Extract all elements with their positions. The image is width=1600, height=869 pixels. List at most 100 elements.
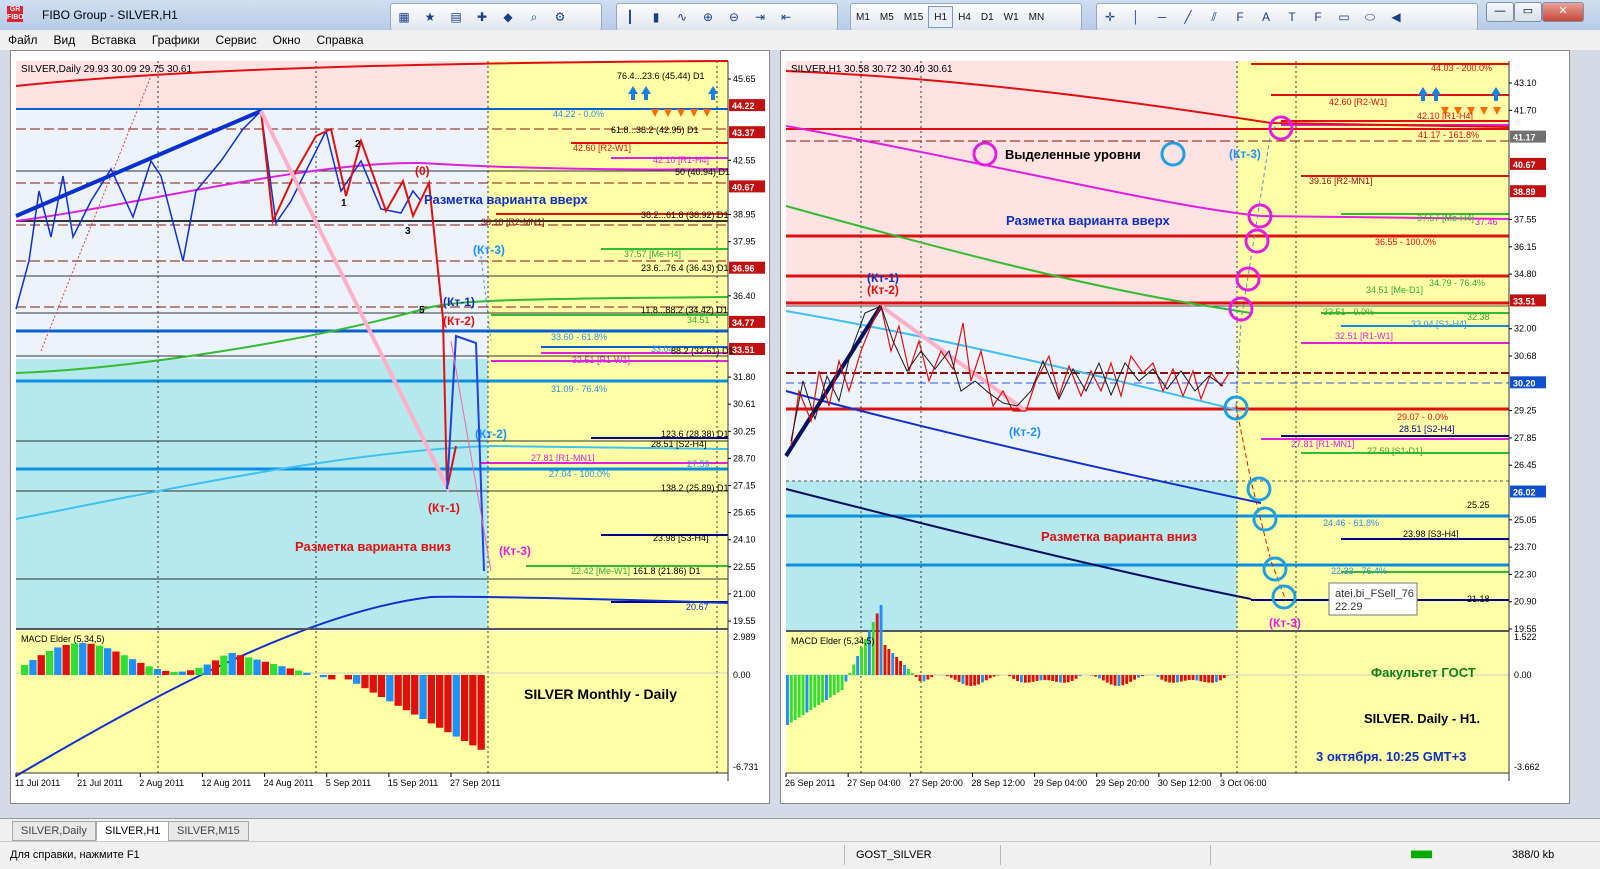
menu-help[interactable]: Справка: [309, 33, 372, 47]
timeframe-m15[interactable]: M15: [899, 7, 928, 27]
timeframe-m1[interactable]: M1: [851, 7, 875, 27]
autoscroll-icon[interactable]: ⇥: [750, 7, 770, 27]
daily-macd-bar: [461, 675, 468, 741]
strategy-tester-icon[interactable]: ⌕: [524, 7, 544, 27]
h1-macd-bar: [930, 675, 933, 677]
daily-price-tick: 30.25: [733, 426, 756, 436]
daily-wave-mark: (0): [415, 164, 430, 178]
new-chart-icon[interactable]: ▦: [394, 7, 414, 27]
daily-macd-bar: [146, 666, 153, 675]
vertical-line-icon[interactable]: │: [1126, 7, 1146, 27]
menu-view[interactable]: Вид: [46, 33, 84, 47]
h1-price-tick: 36.15: [1514, 242, 1537, 252]
title-bar: GR FIBO FIBO Group - SILVER,H1 ▦ ★ ▤ ✚ ◆…: [0, 0, 1600, 31]
maximize-button[interactable]: ▭: [1514, 2, 1542, 22]
daily-macd-bar: [303, 673, 310, 675]
line-chart-icon[interactable]: ∿: [672, 7, 692, 27]
h1-macd-bar: [1040, 675, 1043, 680]
tab-silver-daily[interactable]: SILVER,Daily: [12, 821, 96, 841]
zoom-in-icon[interactable]: ⊕: [698, 7, 718, 27]
text-tool-icon[interactable]: A: [1256, 7, 1276, 27]
h1-price-tick: 41.17: [1513, 133, 1536, 143]
daily-level-label: 50 (40.94) D1: [675, 167, 730, 177]
crosshair-icon[interactable]: ✛: [1100, 7, 1120, 27]
menu-charts[interactable]: Графики: [144, 33, 208, 47]
h1-macd-bar: [965, 675, 968, 685]
fibo-fan-icon[interactable]: F: [1308, 7, 1328, 27]
timeframe-m5[interactable]: M5: [875, 7, 899, 27]
h1-date-label: 27 Sep 04:00: [847, 778, 901, 788]
h1-date-label: 3 Oct 06:00: [1220, 778, 1267, 788]
h1-macd-bar: [1184, 675, 1187, 681]
equidistant-channel-icon[interactable]: ⫽: [1204, 7, 1224, 27]
daily-macd-bar: [403, 675, 410, 710]
arrow-tool-icon[interactable]: ◀: [1386, 7, 1406, 27]
timeframe-mn[interactable]: MN: [1024, 7, 1050, 27]
daily-price-tick: 38.95: [733, 210, 756, 220]
daily-macd-bar: [320, 675, 327, 677]
h1-date-label: 27 Sep 20:00: [909, 778, 963, 788]
profiles-icon[interactable]: ★: [420, 7, 440, 27]
daily-level-label: 38.18 [R2-MN1]: [481, 217, 545, 227]
h1-macd-bar: [1203, 675, 1206, 682]
toolbar-periods: M1 M5 M15 H1 H4 D1 W1 MN: [850, 3, 1082, 31]
timeframe-d1[interactable]: D1: [976, 7, 999, 27]
h1-price-tick: 27.85: [1514, 433, 1537, 443]
minimize-button[interactable]: —: [1486, 2, 1514, 22]
tab-silver-m15[interactable]: SILVER,M15: [168, 821, 249, 841]
timeframe-h4[interactable]: H4: [953, 7, 976, 27]
daily-price-tick: 36.40: [733, 291, 756, 301]
menu-window[interactable]: Окно: [265, 33, 309, 47]
expert-advisors-icon[interactable]: ◆: [498, 7, 518, 27]
h1-macd-bar: [813, 675, 816, 708]
h1-level-label: 41.17 - 161.8%: [1418, 130, 1479, 140]
h1-price-tick: 33.51: [1513, 296, 1536, 306]
timeframe-w1[interactable]: W1: [999, 7, 1024, 27]
autotrading-icon[interactable]: ⚙: [550, 7, 570, 27]
zoom-out-icon[interactable]: ⊖: [724, 7, 744, 27]
h1-macd-bar: [1118, 675, 1121, 686]
h1-macd-bar: [903, 665, 906, 675]
menu-insert[interactable]: Вставка: [83, 33, 144, 47]
h1-macd-bar: [1199, 675, 1202, 681]
chart-window-h1[interactable]: atei.bi_FSell_76 22.29 43.1041.7041.1740…: [780, 50, 1570, 804]
chart-window-daily[interactable]: 45.6544.2243.3742.5540.6738.9537.9536.96…: [10, 50, 770, 804]
bar-chart-icon[interactable]: ┃: [620, 7, 640, 27]
daily-wave-mark: (Кт-1): [428, 501, 460, 515]
navigator-icon[interactable]: ▤: [446, 7, 466, 27]
text-label-icon[interactable]: T: [1282, 7, 1302, 27]
menu-file[interactable]: Файл: [0, 33, 46, 47]
menu-tools[interactable]: Сервис: [208, 33, 265, 47]
tab-silver-h1[interactable]: SILVER,H1: [96, 821, 169, 841]
daily-macd-bar: [262, 662, 269, 675]
h1-macd-bar: [954, 675, 957, 680]
h1-macd-bar: [1102, 675, 1105, 680]
candlestick-icon[interactable]: ▮: [646, 7, 666, 27]
daily-wave-mark: (Кт-3): [499, 544, 531, 558]
status-bar: Для справки, нажмите F1 GOST_SILVER ▮▮▮▮…: [0, 841, 1600, 869]
h1-macd-bar: [1008, 675, 1011, 676]
h1-macd-bar: [848, 673, 851, 675]
fibo-retracement-icon[interactable]: F: [1230, 7, 1250, 27]
daily-price-tick: 22.55: [733, 562, 756, 572]
horizontal-line-icon[interactable]: ─: [1152, 7, 1172, 27]
traffic-counter: 388/0 kb: [1512, 849, 1554, 861]
chart-shift-icon[interactable]: ⇤: [776, 7, 796, 27]
close-button[interactable]: ✕: [1542, 2, 1584, 22]
h1-macd-bar: [989, 675, 992, 678]
timeframe-h1[interactable]: H1: [928, 6, 953, 28]
daily-macd-bar: [46, 651, 53, 675]
ellipse-icon[interactable]: ⬭: [1360, 7, 1380, 27]
daily-price-tick: 37.95: [733, 237, 756, 247]
status-divider: [1000, 845, 1001, 865]
h1-macd-bar: [973, 675, 976, 686]
new-order-icon[interactable]: ✚: [472, 7, 492, 27]
daily-macd-bar: [345, 675, 352, 679]
daily-date-label: 11 Jul 2011: [15, 778, 60, 788]
trendline-icon[interactable]: ╱: [1178, 7, 1198, 27]
window-title: FIBO Group - SILVER,H1: [42, 8, 178, 22]
rectangle-icon[interactable]: ▭: [1334, 7, 1354, 27]
daily-level-label: 76.4...23.6 (45.44) D1: [617, 71, 705, 81]
h1-macd-tick: 1.522: [1514, 632, 1537, 642]
h1-macd-bar: [1024, 675, 1027, 683]
